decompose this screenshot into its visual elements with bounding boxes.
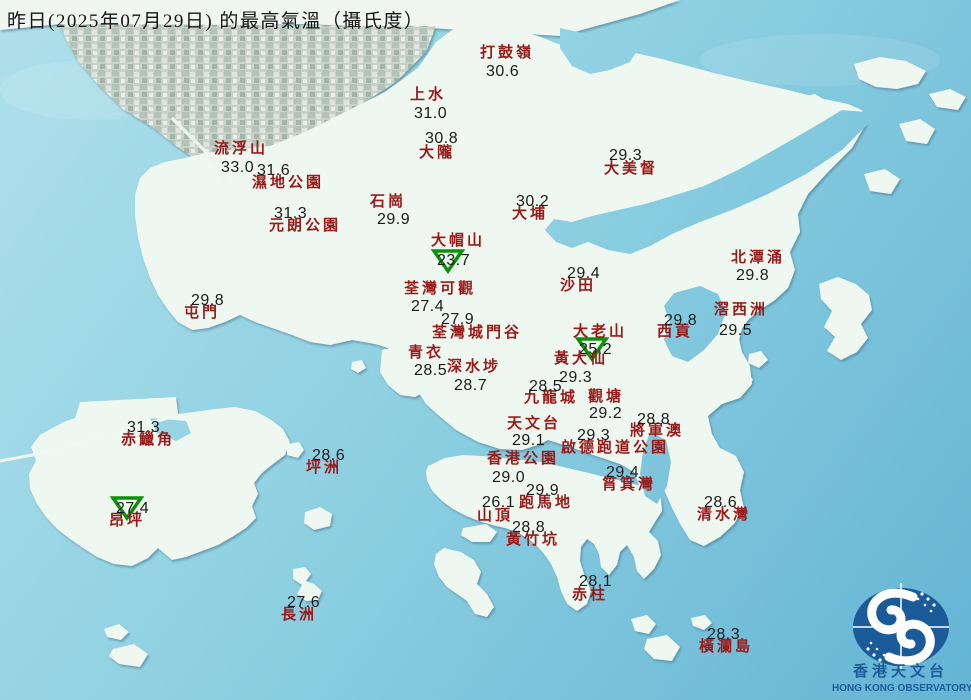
station-value-label: 29.5 [719, 322, 753, 339]
station-name-label: 大隴 [419, 145, 456, 161]
station-name-label: 大美督 [604, 161, 659, 177]
station-name-label: 打鼓嶺 [480, 45, 535, 61]
station-value-label: 31.3 [127, 419, 161, 436]
station-name-label: 北潭涌 [731, 250, 786, 266]
station-value-label: 29.9 [526, 482, 560, 499]
station-name-label: 觀塘 [588, 389, 625, 405]
station-value-label: 30.8 [425, 130, 459, 147]
station-value-label: 28.6 [704, 494, 738, 511]
station-name-label: 石崗 [370, 194, 407, 210]
station-name-label: 山頂 [477, 508, 514, 524]
station-value-label: 27.4 [116, 500, 150, 517]
station-name-label: 大帽山 [431, 233, 486, 249]
station-name-label: 赤柱 [572, 587, 609, 603]
station-name-label: 黃大仙 [554, 351, 609, 367]
station-value-label: 29.1 [512, 432, 546, 449]
station-value-label: 27.9 [441, 311, 475, 328]
station-name-label: 上水 [410, 87, 447, 103]
station-value-label: 29.8 [191, 292, 225, 309]
station-value-label: 28.7 [454, 377, 488, 394]
station-value-label: 29.3 [559, 369, 593, 386]
hko-logo-name-zh: 香港天文台 [853, 664, 949, 680]
station-value-label: 29.3 [577, 427, 611, 444]
station-value-label: 29.8 [664, 312, 698, 329]
station-value-label: 27.6 [287, 594, 321, 611]
station-value-label: 29.4 [606, 464, 640, 481]
station-value-label: 31.6 [257, 162, 291, 179]
station-name-label: 大老山 [573, 324, 628, 340]
station-value-label: 29.3 [609, 147, 643, 164]
station-name-label: 流浮山 [214, 141, 269, 157]
station-name-label: 青衣 [408, 345, 445, 361]
station-value-label: 31.3 [274, 205, 308, 222]
station-value-label: 28.8 [637, 411, 671, 428]
map-title: 昨日(2025年07月29日) 的最高氣溫（攝氏度） [7, 11, 425, 32]
hko-max-temperature-map: 昨日(2025年07月29日) 的最高氣溫（攝氏度） 打鼓嶺 30.6 上水 31.0… [0, 0, 971, 700]
hko-logo-name-en: HONG KONG OBSERVATORY [832, 683, 971, 694]
station-name-label: 天文台 [507, 416, 562, 432]
station-value-label: 29.0 [492, 469, 526, 486]
station-value-label: 28.1 [579, 573, 613, 590]
station-value-label: 26.1 [482, 494, 516, 511]
station-name-label: 滘西洲 [714, 302, 769, 318]
station-value-label: 28.3 [707, 626, 741, 643]
hong-kong-map [0, 0, 971, 700]
station-value-label: 23.7 [437, 252, 471, 269]
station-value-label: 27.4 [411, 298, 445, 315]
station-name-label: 荃灣可觀 [404, 281, 477, 297]
station-value-label: 29.2 [589, 405, 623, 422]
station-value-label: 33.0 [221, 159, 255, 176]
station-value-label: 29.8 [736, 267, 770, 284]
station-value-label: 29.4 [567, 265, 601, 282]
station-value-label: 30.2 [516, 193, 550, 210]
station-name-label: 深水埗 [447, 359, 502, 375]
station-value-label: 28.6 [312, 447, 346, 464]
station-value-label: 28.5 [529, 378, 563, 395]
station-name-label: 荃灣城門谷 [432, 325, 523, 341]
station-value-label: 28.5 [414, 362, 448, 379]
station-value-label: 29.9 [377, 211, 411, 228]
station-name-label: 香港公園 [487, 451, 560, 467]
station-value-label: 28.8 [512, 519, 546, 536]
station-value-label: 30.6 [486, 63, 520, 80]
station-value-label: 31.0 [414, 105, 448, 122]
